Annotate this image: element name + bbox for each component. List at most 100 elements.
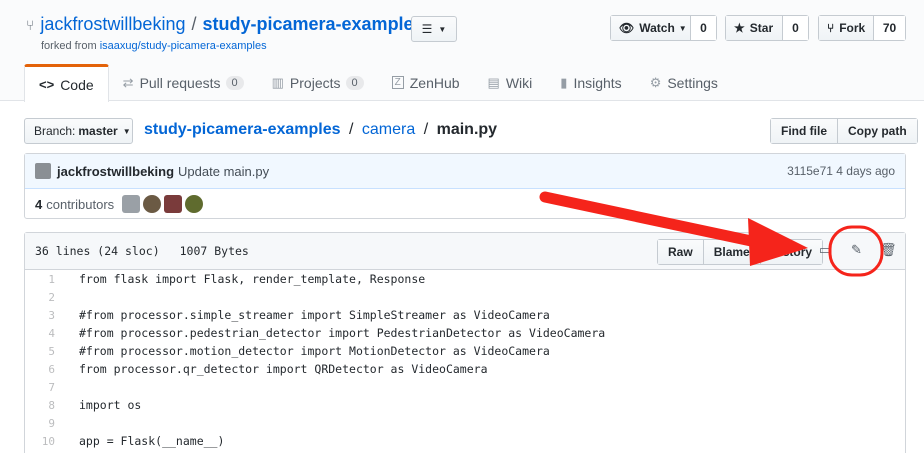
commit-author-link[interactable]: jackfrostwillbeking — [57, 164, 174, 179]
code-line: 4 #from processor.pedestrian_detector imp… — [25, 324, 905, 342]
commit-meta: 3115e71 4 days ago — [787, 164, 895, 178]
line-code: #from processor.simple_streamer import S… — [79, 308, 550, 322]
fork-count[interactable]: 70 — [874, 16, 905, 40]
repo-nav-tabs: <> Code ⇄ Pull requests 0 ▥ Projects 0 Z… — [24, 64, 732, 102]
fork-button[interactable]: ⑂ Fork — [819, 16, 874, 40]
tab-label: Code — [60, 76, 94, 93]
contributors-label: contributors — [46, 196, 115, 212]
find-file-button[interactable]: Find file — [771, 119, 837, 143]
caret-down-icon: ▼ — [438, 24, 447, 34]
forked-from: forked from isaaxug/study-picamera-examp… — [41, 40, 267, 52]
line-number[interactable]: 9 — [25, 417, 65, 430]
desktop-icon[interactable]: ▭ — [819, 242, 831, 258]
star-label: Star — [749, 21, 774, 35]
graph-icon: ▮ — [560, 74, 568, 90]
line-number[interactable]: 3 — [25, 309, 65, 322]
project-icon: ▥ — [271, 74, 284, 90]
caret-down-icon: ▼ — [122, 126, 131, 136]
zenhub-icon: Z — [391, 76, 404, 89]
tab-wiki[interactable]: ▤ Wiki — [474, 64, 547, 101]
fork-icon: ⑂ — [827, 21, 835, 35]
contributors-count: 4 — [35, 196, 43, 212]
branch-select-button[interactable]: Branch: master ▼ — [24, 118, 133, 144]
watch-label: Watch — [639, 21, 675, 35]
line-number[interactable]: 8 — [25, 399, 65, 412]
avatar[interactable] — [185, 195, 204, 213]
tab-label: ZenHub — [409, 74, 460, 91]
tab-label: Wiki — [505, 74, 533, 91]
book-icon: ▤ — [487, 74, 500, 90]
code-line: 2 — [25, 288, 905, 306]
watch-group: 👁 Watch ▼ 0 — [610, 15, 717, 41]
code-line: 6 from processor.qr_detector import QRDet… — [25, 360, 905, 378]
title-separator: / — [191, 14, 197, 34]
branch-prefix: Branch: — [34, 124, 76, 138]
commit-time: 4 days ago — [836, 164, 895, 178]
code-line: 10 app = Flask(__name__) — [25, 432, 905, 450]
contributors[interactable]: 4 contributors — [25, 189, 905, 219]
watch-count[interactable]: 0 — [691, 16, 716, 40]
avatar[interactable] — [143, 195, 162, 213]
repo-name-link[interactable]: study-picamera-examples — [202, 14, 423, 35]
commit-sha-link[interactable]: 3115e71 — [787, 164, 833, 178]
repo-menu-button[interactable]: ☰ ▼ — [411, 16, 457, 42]
file-lines-info: 36 lines (24 sloc) — [35, 244, 160, 258]
history-button[interactable]: History — [759, 240, 823, 264]
line-number[interactable]: 10 — [25, 435, 65, 448]
file-actions: Raw Blame History — [657, 239, 824, 265]
repo-forked-icon: ⑂ — [26, 16, 35, 33]
line-number[interactable]: 7 — [25, 381, 65, 394]
code-line: 5 #from processor.motion_detector import … — [25, 342, 905, 360]
caret-down-icon: ▼ — [678, 23, 687, 33]
file-nav-buttons: Find file Copy path — [770, 118, 918, 144]
tab-zenhub[interactable]: Z ZenHub — [378, 64, 474, 101]
code-line: 9 — [25, 414, 905, 432]
line-number[interactable]: 4 — [25, 327, 65, 340]
line-code: #from processor.motion_detector import M… — [79, 344, 550, 358]
trash-icon[interactable]: 🗑 — [880, 242, 897, 258]
contributor-avatars — [122, 195, 206, 213]
breadcrumb: study-picamera-examples / camera / main.… — [144, 121, 497, 139]
avatar[interactable] — [164, 195, 183, 213]
star-count[interactable]: 0 — [783, 16, 808, 40]
line-number[interactable]: 1 — [25, 273, 65, 286]
breadcrumb-repo-link[interactable]: study-picamera-examples — [144, 121, 341, 138]
repo-owner-link[interactable]: jackfrostwillbeking — [40, 14, 185, 35]
breadcrumb-separator: / — [423, 121, 429, 138]
copy-path-button[interactable]: Copy path — [837, 119, 917, 143]
repo-header: ⑂ jackfrostwillbeking / study-picamera-e… — [0, 0, 924, 102]
fork-label: Fork — [839, 21, 866, 35]
commit-message-link[interactable]: Update main.py — [178, 164, 269, 179]
forked-source-link[interactable]: isaaxug/study-picamera-examples — [100, 40, 267, 52]
tab-counter: 0 — [345, 75, 364, 90]
tab-code[interactable]: <> Code — [24, 64, 109, 102]
tab-label: Projects — [289, 74, 341, 91]
line-number[interactable]: 5 — [25, 345, 65, 358]
tab-pull-requests[interactable]: ⇄ Pull requests 0 — [109, 64, 258, 101]
tab-projects[interactable]: ▥ Projects 0 — [258, 64, 378, 101]
star-button[interactable]: ★ Star — [726, 16, 783, 40]
line-code: app = Flask(__name__) — [79, 434, 225, 448]
star-group: ★ Star 0 — [725, 15, 809, 41]
line-code: from processor.qr_detector import QRDete… — [79, 362, 488, 376]
code-line: 3 #from processor.simple_streamer import … — [25, 306, 905, 324]
pencil-icon[interactable]: ✎ — [851, 242, 862, 258]
raw-button[interactable]: Raw — [658, 240, 703, 264]
blame-button[interactable]: Blame — [702, 240, 760, 264]
line-code: from flask import Flask, render_template… — [79, 272, 426, 286]
gear-icon: ⚙ — [649, 74, 662, 90]
line-number[interactable]: 2 — [25, 291, 65, 304]
tab-settings[interactable]: ⚙ Settings — [636, 64, 732, 101]
avatar[interactable] — [35, 163, 51, 179]
tab-insights[interactable]: ▮ Insights — [546, 64, 635, 101]
avatar[interactable] — [122, 195, 141, 213]
star-icon: ★ — [734, 21, 745, 35]
code-line: 1 from flask import Flask, render_templat… — [25, 270, 905, 288]
watch-button[interactable]: 👁 Watch ▼ — [611, 16, 691, 40]
line-number[interactable]: 6 — [25, 363, 65, 376]
branch-name: master — [78, 124, 118, 138]
breadcrumb-folder-link[interactable]: camera — [362, 121, 415, 138]
line-code: #from processor.pedestrian_detector impo… — [79, 326, 606, 340]
repo-title: ⑂ jackfrostwillbeking / study-picamera-e… — [26, 14, 424, 35]
code-blob: 1 from flask import Flask, render_templat… — [25, 270, 905, 450]
